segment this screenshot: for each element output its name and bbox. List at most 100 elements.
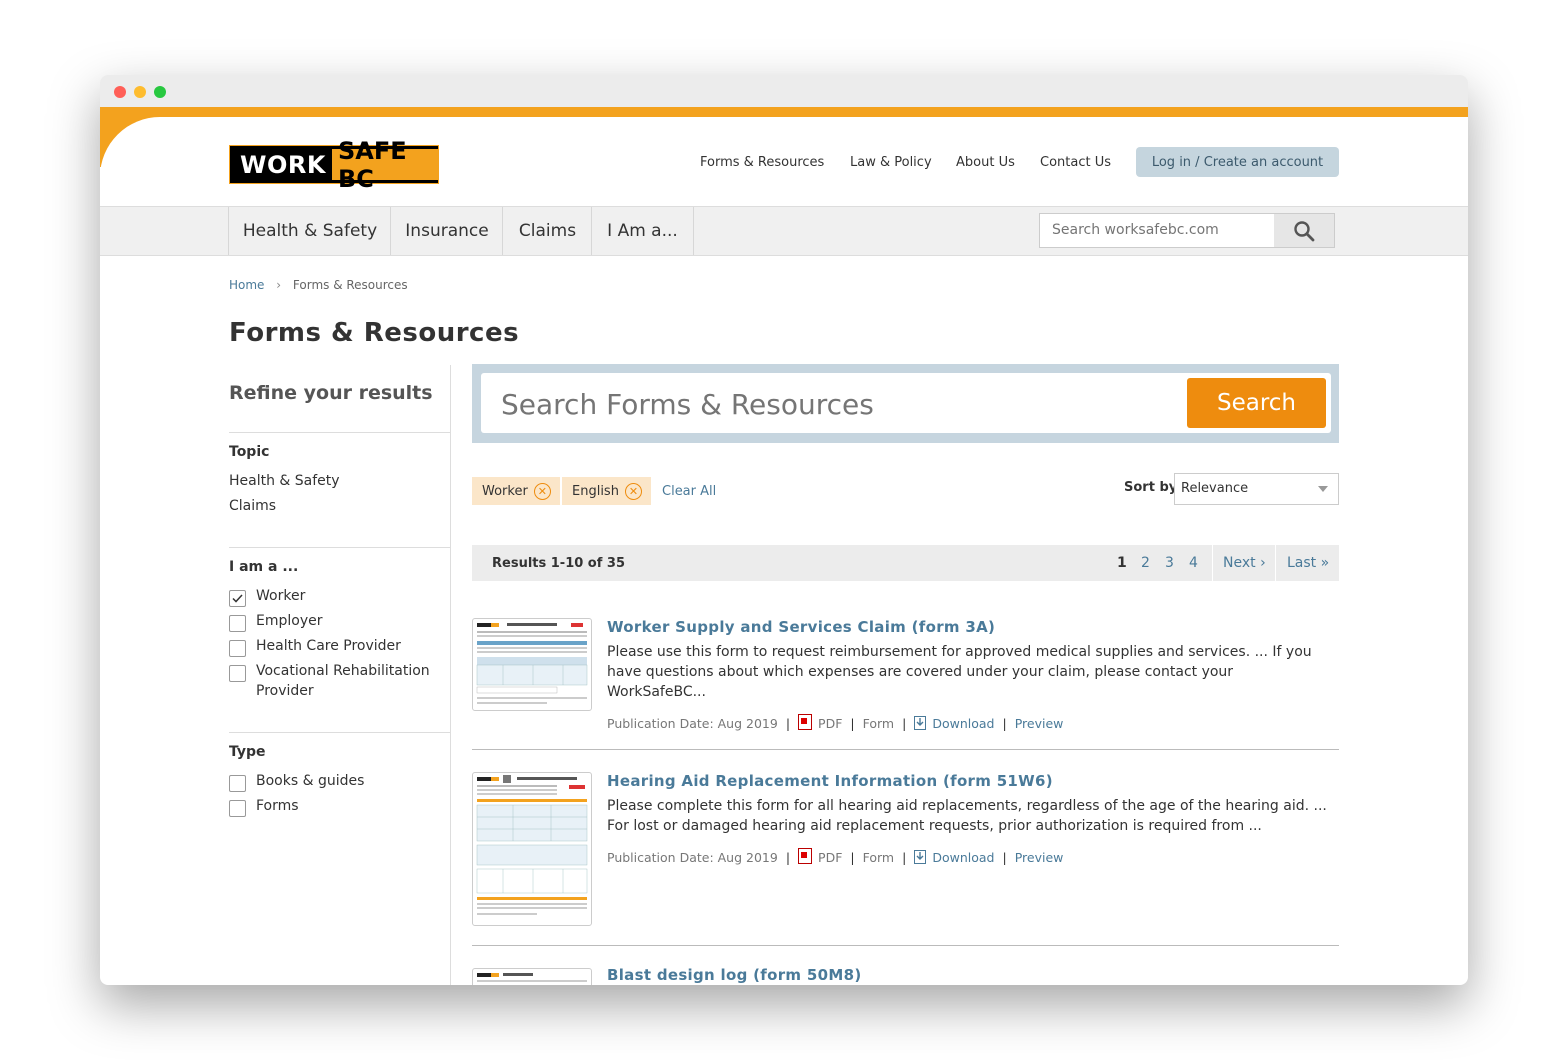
- divider: [472, 749, 1339, 750]
- breadcrumb-home[interactable]: Home: [229, 278, 264, 292]
- filter-forms[interactable]: Forms: [229, 798, 299, 817]
- remove-chip-icon[interactable]: ✕: [624, 482, 642, 500]
- form-thumbnail[interactable]: [472, 772, 592, 926]
- filter-chip-worker[interactable]: Worker ✕: [472, 477, 560, 505]
- close-window-button[interactable]: [114, 86, 126, 98]
- filter-label: Worker: [256, 588, 306, 604]
- site-search-button[interactable]: [1274, 214, 1334, 247]
- forms-search-input[interactable]: [499, 373, 1163, 435]
- site-search: [1039, 213, 1335, 248]
- refine-title: Refine your results: [229, 382, 433, 404]
- checkbox[interactable]: [229, 615, 246, 632]
- checkbox[interactable]: [229, 665, 246, 682]
- search-icon: [1294, 220, 1315, 241]
- sort-select[interactable]: Relevance: [1174, 473, 1339, 505]
- sidebar-divider: [450, 365, 451, 985]
- page-1[interactable]: 1: [1117, 555, 1127, 571]
- iam-heading: I am a ...: [229, 559, 299, 575]
- minimize-window-button[interactable]: [134, 86, 146, 98]
- filter-worker[interactable]: Worker: [229, 588, 305, 607]
- breadcrumb-current: Forms & Resources: [292, 278, 408, 292]
- page-4[interactable]: 4: [1189, 555, 1198, 571]
- divider: [229, 547, 450, 548]
- breadcrumb-separator: ›: [276, 278, 282, 292]
- result-title-link[interactable]: Blast design log (form 50M8): [607, 968, 861, 984]
- toplink-forms-resources[interactable]: Forms & Resources: [700, 155, 824, 170]
- type-heading: Type: [229, 744, 266, 760]
- result-meta: Publication Date: Aug 2019 | PDF | Form | Down…: [607, 848, 1064, 865]
- filter-label: Books & guides: [256, 773, 365, 789]
- preview-link[interactable]: Preview: [1015, 850, 1064, 865]
- filter-label: Vocational Rehabilitation Provider: [256, 663, 430, 699]
- checkbox[interactable]: [229, 640, 246, 657]
- download-link[interactable]: Download: [932, 850, 994, 865]
- maximize-window-button[interactable]: [154, 86, 166, 98]
- divider: [229, 432, 450, 433]
- form-thumbnail[interactable]: [472, 618, 592, 711]
- site-search-input[interactable]: [1040, 214, 1296, 245]
- checkbox[interactable]: [229, 800, 246, 817]
- nav-i-am-a[interactable]: I Am a...: [591, 207, 694, 255]
- filter-chip-english[interactable]: English ✕: [562, 477, 651, 505]
- form-thumbnail[interactable]: [472, 968, 592, 985]
- format-label: PDF: [818, 850, 843, 865]
- logo-text-safebc: SAFE BC: [331, 137, 438, 193]
- page-title: Forms & Resources: [229, 318, 520, 348]
- forms-search-button[interactable]: Search: [1187, 378, 1326, 428]
- topic-link-health-safety[interactable]: Health & Safety: [229, 473, 340, 489]
- nav-claims[interactable]: Claims: [502, 207, 592, 255]
- form-preview-image: [477, 973, 587, 982]
- checkbox[interactable]: [229, 775, 246, 792]
- logo-text-work: WORK: [240, 150, 326, 179]
- download-link[interactable]: Download: [932, 716, 994, 731]
- forms-search-box: Search: [481, 373, 1331, 435]
- form-preview-image: [476, 775, 588, 915]
- divider: [1275, 545, 1276, 581]
- clear-all-link[interactable]: Clear All: [662, 484, 716, 499]
- results-count: Results 1-10 of 35: [492, 556, 626, 571]
- result-title-link[interactable]: Worker Supply and Services Claim (form 3…: [607, 618, 995, 636]
- nav-health-safety[interactable]: Health & Safety: [228, 207, 391, 255]
- check-icon: [232, 594, 243, 603]
- result-item: Hearing Aid Replacement Information (for…: [472, 772, 1339, 932]
- nav-insurance[interactable]: Insurance: [390, 207, 503, 255]
- sort-value: Relevance: [1181, 481, 1249, 496]
- remove-chip-icon[interactable]: ✕: [533, 482, 551, 500]
- format-label: PDF: [818, 716, 843, 731]
- sort-label: Sort by: [1124, 480, 1178, 495]
- filter-label: Health Care Provider: [256, 638, 401, 654]
- type-label: Form: [862, 716, 895, 731]
- login-button[interactable]: Log in / Create an account: [1136, 147, 1339, 177]
- checkbox-checked[interactable]: [229, 590, 246, 607]
- next-page-link[interactable]: Next ›: [1223, 555, 1266, 571]
- preview-link[interactable]: Preview: [1015, 716, 1064, 731]
- result-title-link[interactable]: Hearing Aid Replacement Information (for…: [607, 772, 1053, 790]
- pdf-icon: [798, 848, 813, 864]
- results-bar: Results 1-10 of 35 1 2 3 4 Next › Last »: [472, 545, 1339, 581]
- result-item: Worker Supply and Services Claim (form 3…: [472, 618, 1339, 738]
- worksafebc-logo[interactable]: WORK SAFE BC: [229, 137, 439, 193]
- page-3[interactable]: 3: [1165, 555, 1174, 571]
- filter-health-care-provider[interactable]: Health Care Provider: [229, 638, 401, 657]
- page-2[interactable]: 2: [1141, 555, 1150, 571]
- topic-heading: Topic: [229, 444, 270, 460]
- filter-employer[interactable]: Employer: [229, 613, 322, 632]
- toplink-about-us[interactable]: About Us: [956, 155, 1015, 170]
- divider: [229, 732, 450, 733]
- divider: [1212, 545, 1213, 581]
- divider: [472, 945, 1339, 946]
- result-item: Blast design log (form 50M8): [472, 968, 1339, 985]
- publication-date: Publication Date: Aug 2019: [607, 850, 778, 865]
- filter-books-guides[interactable]: Books & guides: [229, 773, 364, 792]
- breadcrumb: Home › Forms & Resources: [229, 278, 408, 292]
- download-icon: [914, 716, 927, 730]
- chip-label: Worker: [482, 483, 528, 499]
- topic-link-claims[interactable]: Claims: [229, 498, 276, 514]
- pdf-icon: [798, 714, 813, 730]
- last-page-link[interactable]: Last »: [1287, 555, 1329, 571]
- toplink-contact-us[interactable]: Contact Us: [1040, 155, 1111, 170]
- forms-search-panel: Search: [472, 364, 1339, 443]
- filter-vocational-rehab-provider[interactable]: Vocational Rehabilitation Provider: [229, 663, 450, 701]
- browser-window: WORK SAFE BC Forms & Resources Law & Pol…: [100, 75, 1468, 985]
- toplink-law-policy[interactable]: Law & Policy: [850, 155, 932, 170]
